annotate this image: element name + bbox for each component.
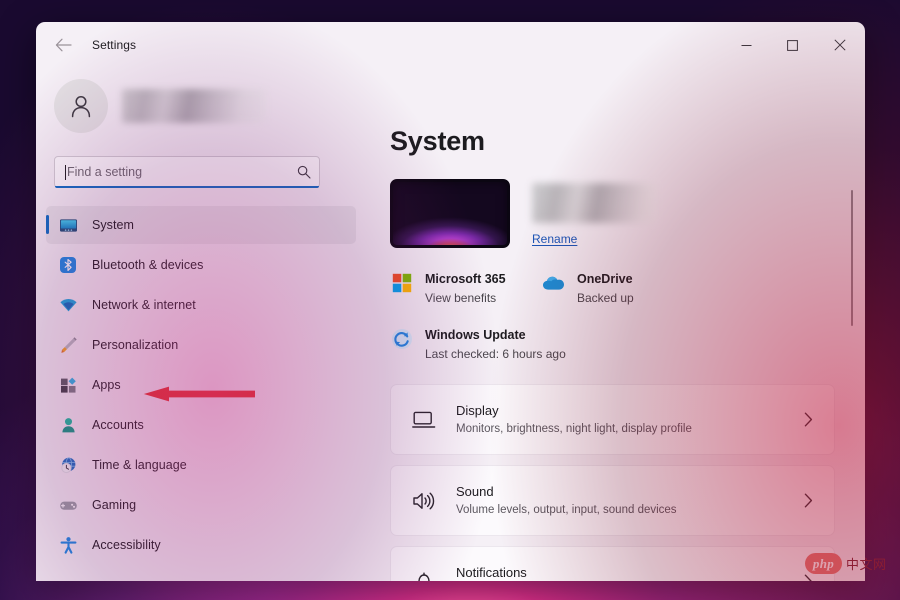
sidebar-item-label: Personalization <box>92 338 179 352</box>
window-titlebar: Settings <box>36 22 865 68</box>
bell-icon <box>411 569 437 581</box>
chevron-right-icon <box>800 412 816 427</box>
search-focus-underline <box>55 186 319 188</box>
onedrive-cloud-icon <box>542 271 566 295</box>
search-container <box>54 156 320 188</box>
search-input[interactable] <box>67 165 297 179</box>
window-title: Settings <box>92 38 137 52</box>
maximize-icon <box>786 39 798 51</box>
card-notifications[interactable]: Notifications Alerts from apps and syste… <box>390 546 835 581</box>
sidebar-item-label: System <box>92 218 134 232</box>
watermark-suffix: 中文网 <box>846 557 887 572</box>
window-controls <box>723 22 865 68</box>
main-content: System Rename Microsoft 365 View benefit… <box>372 68 865 581</box>
bluetooth-icon <box>58 255 78 275</box>
paintbrush-icon <box>58 335 78 355</box>
sidebar-item-label: Bluetooth & devices <box>92 258 204 272</box>
sidebar-nav: System Bluetooth & devices Network & int… <box>36 206 356 581</box>
card-text: Display Monitors, brightness, night ligh… <box>456 402 781 437</box>
card-text: Sound Volume levels, output, input, soun… <box>456 483 781 518</box>
status-microsoft-365[interactable]: Microsoft 365 View benefits <box>390 270 542 306</box>
status-title: Microsoft 365 <box>425 272 506 286</box>
status-text: OneDrive Backed up <box>577 270 634 306</box>
apps-blocks-icon <box>58 375 78 395</box>
settings-window: Settings Find a setting System Bluetooth… <box>36 22 865 581</box>
back-button[interactable] <box>46 29 80 61</box>
card-title: Sound <box>456 484 494 499</box>
card-text: Notifications Alerts from apps and syste… <box>456 564 781 581</box>
desktop-wallpaper: Settings Find a setting System Bluetooth… <box>0 0 900 600</box>
search-icon[interactable] <box>297 165 311 179</box>
status-subtitle: Last checked: 6 hours ago <box>425 347 566 361</box>
sidebar-item-time-language[interactable]: Time & language <box>46 446 356 484</box>
back-arrow-icon <box>55 38 72 52</box>
device-summary: Rename <box>390 179 835 248</box>
search-box[interactable] <box>54 156 320 188</box>
page-title: System <box>390 126 485 156</box>
maximize-button[interactable] <box>769 22 815 68</box>
account-name-blurred <box>122 89 266 123</box>
close-icon <box>834 39 846 51</box>
device-wallpaper-thumbnail <box>390 179 510 248</box>
sidebar-item-system[interactable]: System <box>46 206 356 244</box>
card-subtitle: Volume levels, output, input, sound devi… <box>456 504 677 516</box>
windows-update-icon <box>390 327 414 351</box>
minimize-button[interactable] <box>723 22 769 68</box>
sidebar-item-accounts[interactable]: Accounts <box>46 406 356 444</box>
sidebar-item-gaming[interactable]: Gaming <box>46 486 356 524</box>
card-title: Notifications <box>456 565 527 580</box>
status-text: Microsoft 365 View benefits <box>425 270 506 306</box>
account-header[interactable] <box>36 68 356 134</box>
person-icon <box>58 415 78 435</box>
sidebar-item-label: Accessibility <box>92 538 161 552</box>
status-windows-update[interactable]: Windows Update Last checked: 6 hours ago <box>390 326 835 362</box>
sidebar-item-network-internet[interactable]: Network & internet <box>46 286 356 324</box>
sidebar-item-bluetooth-devices[interactable]: Bluetooth & devices <box>46 246 356 284</box>
device-meta: Rename <box>532 179 657 248</box>
sidebar-item-personalization[interactable]: Personalization <box>46 326 356 364</box>
gamepad-icon <box>58 495 78 515</box>
wifi-icon <box>58 295 78 315</box>
chevron-right-icon <box>800 574 816 581</box>
avatar <box>54 79 108 133</box>
card-display[interactable]: Display Monitors, brightness, night ligh… <box>390 384 835 455</box>
sidebar-item-label: Gaming <box>92 498 137 512</box>
minimize-icon <box>741 44 751 46</box>
status-title: OneDrive <box>577 272 633 286</box>
status-subtitle: Backed up <box>577 291 634 305</box>
status-grid: Microsoft 365 View benefits OneDrive Bac… <box>390 270 835 362</box>
chevron-right-icon <box>800 493 816 508</box>
sidebar: System Bluetooth & devices <box>36 68 372 581</box>
card-sound[interactable]: Sound Volume levels, output, input, soun… <box>390 465 835 536</box>
status-subtitle: View benefits <box>425 291 497 305</box>
sidebar-item-accessibility[interactable]: Accessibility <box>46 526 356 564</box>
php-watermark: php 中文网 <box>805 553 887 574</box>
accessibility-icon <box>58 535 78 555</box>
rename-link[interactable]: Rename <box>532 232 577 246</box>
sidebar-item-label: Network & internet <box>92 298 196 312</box>
sidebar-item-apps[interactable]: Apps <box>46 366 356 404</box>
status-title: Windows Update <box>425 328 526 342</box>
card-title: Display <box>456 403 499 418</box>
settings-cards: Display Monitors, brightness, night ligh… <box>390 384 835 581</box>
status-onedrive[interactable]: OneDrive Backed up <box>542 270 835 306</box>
clock-globe-icon <box>58 455 78 475</box>
device-name-blurred <box>532 183 657 223</box>
text-cursor <box>65 164 66 180</box>
sidebar-item-label: Accounts <box>92 418 144 432</box>
sidebar-item-label: Time & language <box>92 458 187 472</box>
microsoft-logo-icon <box>390 271 414 295</box>
status-text: Windows Update Last checked: 6 hours ago <box>425 326 566 362</box>
card-subtitle: Monitors, brightness, night light, displ… <box>456 423 692 435</box>
content-scrollbar[interactable] <box>851 190 853 326</box>
speaker-icon <box>411 488 437 514</box>
close-button[interactable] <box>815 22 865 68</box>
monitor-icon <box>58 215 78 235</box>
display-monitor-icon <box>411 407 437 433</box>
person-avatar-icon <box>71 96 91 118</box>
php-logo-icon: php <box>805 553 842 574</box>
sidebar-item-label: Apps <box>92 378 121 392</box>
